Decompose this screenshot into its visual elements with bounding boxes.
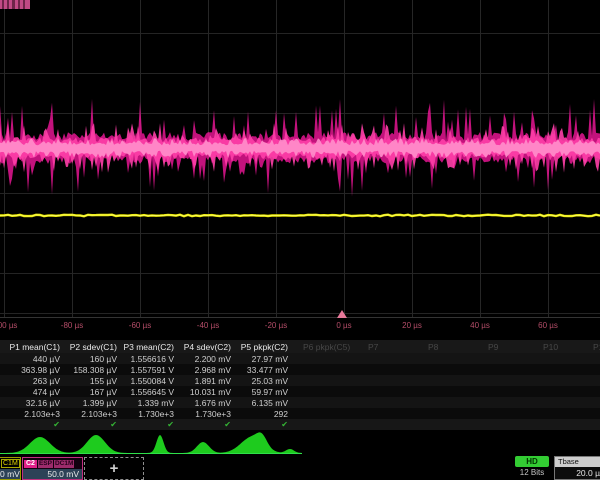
measure-value: 6.135 mV [231, 398, 288, 408]
c2-descriptor[interactable]: C2 ESP DC1M 50.0 mV [22, 457, 83, 480]
c1-coupling-badge: C1M [1, 459, 20, 468]
c2-channel-badge: C2 [24, 460, 37, 468]
measure-row: 363.98 µV158.308 µV1.557591 V2.968 mV33.… [0, 364, 600, 375]
measure-column-header-dimmed: P11 [593, 342, 600, 352]
add-trace-button[interactable]: + [84, 457, 144, 480]
measure-column-header-dimmed: P8 [428, 342, 483, 352]
measure-value: 1.399 µV [60, 398, 117, 408]
time-axis-label: 40 µs [470, 321, 490, 330]
measure-value: 1.557591 V [117, 365, 174, 375]
measure-row: 440 µV160 µV1.556616 V2.200 mV27.97 mV [0, 353, 600, 364]
time-axis-label: -100 µs [0, 321, 17, 330]
time-axis-label: 20 µs [402, 321, 422, 330]
measure-value: 292 [231, 409, 288, 419]
measure-value: 160 µV [60, 354, 117, 364]
c1-descriptor[interactable]: C1M 0 mV [0, 457, 21, 480]
measure-column-header[interactable]: P5 pkpk(C2) [231, 342, 288, 352]
measure-value: 155 µV [60, 376, 117, 386]
measure-row: 2.103e+32.103e+31.730e+31.730e+3292 [0, 408, 600, 419]
c1-scale-value: 0 mV [0, 469, 20, 480]
measure-value: 1.550084 V [117, 376, 174, 386]
measure-column-header-dimmed: P9 [488, 342, 543, 352]
timebase-descriptor[interactable]: Tbase 20.0 µ [554, 456, 600, 480]
measure-value: 263 µV [3, 376, 60, 386]
measure-column-header[interactable]: P2 sdev(C1) [60, 342, 117, 352]
measure-value: 158.308 µV [60, 365, 117, 375]
c2-esp-badge: ESP [38, 460, 53, 468]
measure-column-header[interactable]: P4 sdev(C2) [174, 342, 231, 352]
measure-value: 1.556616 V [117, 354, 174, 364]
time-axis-label: -40 µs [197, 321, 219, 330]
measure-value: 440 µV [3, 354, 60, 364]
measure-value: 1.676 mV [174, 398, 231, 408]
measure-value: 363.98 µV [3, 365, 60, 375]
measure-value: 10.031 mV [174, 387, 231, 397]
measure-value: 1.339 mV [117, 398, 174, 408]
histicon-strip [0, 431, 320, 457]
measure-value: 2.103e+3 [60, 409, 117, 419]
measure-column-header[interactable]: P1 mean(C1) [3, 342, 60, 352]
measure-row: 32.16 µV1.399 µV1.339 mV1.676 mV6.135 mV [0, 397, 600, 408]
hd-badge: HD [515, 456, 549, 467]
measure-value: 2.200 mV [174, 354, 231, 364]
measure-status-row: ✔✔✔✔✔ [0, 419, 600, 430]
measure-value: 1.730e+3 [117, 409, 174, 419]
trigger-position-marker-icon[interactable] [337, 310, 347, 318]
measure-row: 474 µV167 µV1.556645 V10.031 mV59.97 mV [0, 386, 600, 397]
measure-column-header-dimmed: P10 [543, 342, 598, 352]
measure-value: 2.968 mV [174, 365, 231, 375]
time-axis: -100 µs -80 µs -60 µs -40 µs -20 µs 0 µs 20 µs… [0, 318, 600, 334]
timebase-scale-value: 20.0 µ [555, 467, 600, 479]
c2-coupling-badge: DC1M [54, 460, 74, 468]
measure-column-header-dimmed: P6 pkpk(C5) [303, 342, 358, 352]
acquisition-status[interactable]: HD 12 Bits [512, 456, 552, 480]
cropped-annotation-badge [0, 0, 30, 9]
status-check-icon: ✔ [60, 420, 117, 429]
c2-scale-value: 50.0 mV [23, 469, 82, 480]
measure-value: 1.556645 V [117, 387, 174, 397]
measure-value: 1.730e+3 [174, 409, 231, 419]
time-axis-label: -60 µs [129, 321, 151, 330]
status-check-icon: ✔ [117, 420, 174, 429]
status-check-icon: ✔ [231, 420, 288, 429]
timebase-label: Tbase [555, 457, 600, 467]
measure-value: 33.477 mV [231, 365, 288, 375]
time-axis-label: 60 µs [538, 321, 558, 330]
measure-value: 25.03 mV [231, 376, 288, 386]
measure-value: 167 µV [60, 387, 117, 397]
measure-column-header-dimmed: P7 [368, 342, 423, 352]
waveform-area [0, 0, 600, 318]
time-axis-label: 0 µs [336, 321, 351, 330]
descriptor-bar: C1M 0 mV C2 ESP DC1M 50.0 mV + HD 12 Bit… [0, 456, 600, 480]
measure-value: 59.97 mV [231, 387, 288, 397]
measure-value: 27.97 mV [231, 354, 288, 364]
measure-row: 263 µV155 µV1.550084 V1.891 mV25.03 mV [0, 375, 600, 386]
measure-value: 2.103e+3 [3, 409, 60, 419]
bits-label: 12 Bits [512, 468, 552, 477]
time-axis-label: -80 µs [61, 321, 83, 330]
measure-value: 32.16 µV [3, 398, 60, 408]
status-check-icon: ✔ [174, 420, 231, 429]
measure-table: P1 mean(C1)P2 sdev(C1)P3 mean(C2)P4 sdev… [0, 340, 600, 430]
measure-value: 1.891 mV [174, 376, 231, 386]
measure-value: 474 µV [3, 387, 60, 397]
measure-header-row: P1 mean(C1)P2 sdev(C1)P3 mean(C2)P4 sdev… [0, 340, 600, 353]
plus-icon: + [110, 460, 119, 477]
measure-column-header[interactable]: P3 mean(C2) [117, 342, 174, 352]
graticule [0, 0, 600, 318]
time-axis-label: -20 µs [265, 321, 287, 330]
status-check-icon: ✔ [3, 420, 60, 429]
